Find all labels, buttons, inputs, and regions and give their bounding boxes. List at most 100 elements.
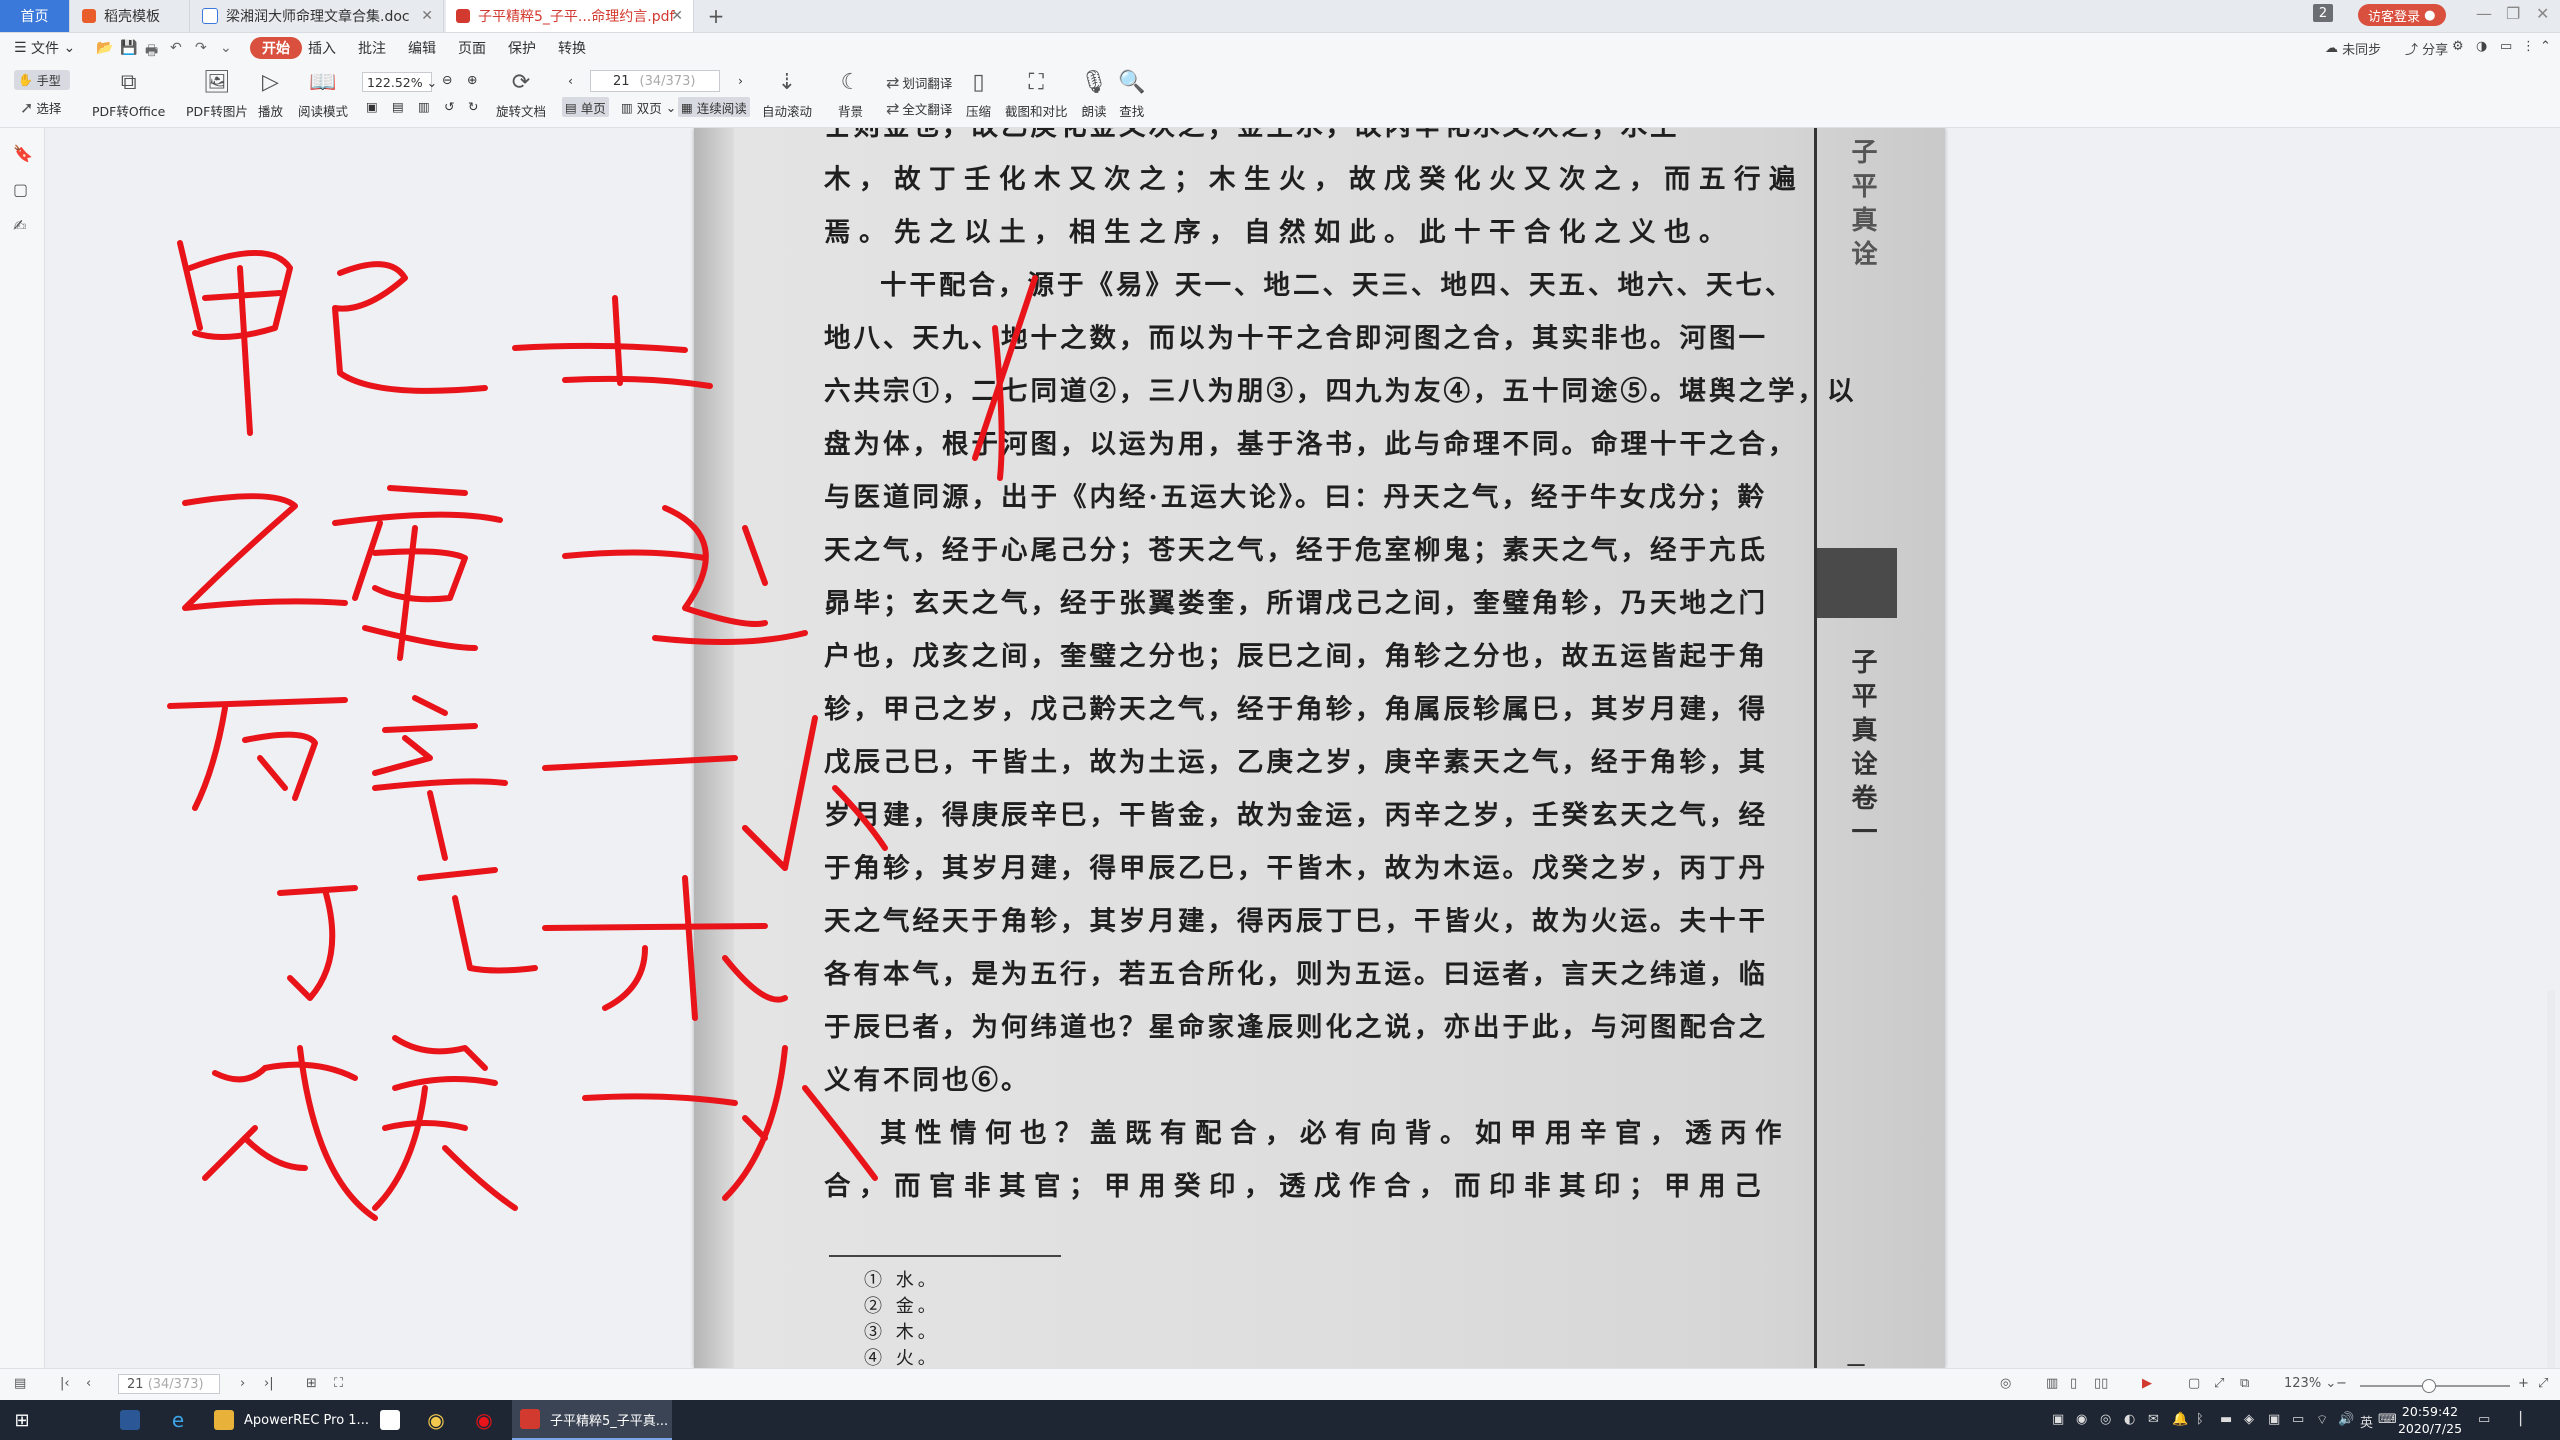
sync-status[interactable]: ☁ 未同步 xyxy=(2325,39,2381,58)
save-icon[interactable]: 💾 xyxy=(120,40,137,56)
screenshot-compare-button[interactable]: ⛶ 截图和对比 xyxy=(1005,71,1068,120)
add-page-icon[interactable]: ⊞ xyxy=(306,1376,317,1391)
status-page-input[interactable]: 21 (34/373) xyxy=(118,1374,220,1394)
windows-start-icon[interactable]: ⊞ xyxy=(0,1400,44,1440)
tray-app-icon[interactable]: ◐ xyxy=(2124,1412,2135,1427)
status-zoom-select[interactable]: 123% ⌄ xyxy=(2284,1376,2336,1391)
hand-tool-button[interactable]: ✋ 手型 xyxy=(14,70,70,90)
zoom-in-icon[interactable]: + xyxy=(2518,1376,2529,1391)
continuous-read-button[interactable]: ▦ 连续阅读 xyxy=(678,97,750,117)
tab-doc[interactable]: 梁湘润大师命理文章合集.doc ✕ xyxy=(192,0,444,32)
print-icon[interactable]: 🖶 xyxy=(145,40,158,64)
fit-width-icon[interactable]: ⤢ xyxy=(2214,1376,2224,1391)
maximize-icon[interactable]: ❐ xyxy=(2506,4,2520,23)
single-view-icon[interactable]: ▥ xyxy=(2046,1376,2058,1391)
show-desktop-icon[interactable]: ▏ xyxy=(2520,1412,2530,1427)
volume-icon[interactable]: 🔊 xyxy=(2338,1412,2354,1427)
find-button[interactable]: 🔍 查找 xyxy=(1118,71,1145,120)
single-page-button[interactable]: ▤ 单页 xyxy=(562,97,609,117)
tray-app-icon[interactable]: ◈ xyxy=(2244,1412,2254,1427)
taskbar-clock[interactable]: 20:59:42 2020/7/25 xyxy=(2390,1403,2470,1437)
pdf-to-office-button[interactable]: ⧉ PDF转Office xyxy=(92,71,165,120)
book-view-icon[interactable]: ▯▯ xyxy=(2094,1376,2108,1391)
notification-icon[interactable]: 🔔 xyxy=(2172,1412,2188,1427)
tab-pdf-active[interactable]: 子平精粹5_子平...命理约言.pdf ✕ xyxy=(446,0,694,32)
play-icon[interactable]: ▶ xyxy=(2142,1376,2152,1391)
file-menu[interactable]: ☰ 文件 ⌄ xyxy=(14,37,75,59)
more-icon[interactable]: ⋮ xyxy=(2522,39,2535,54)
menu-page[interactable]: 页面 xyxy=(458,37,486,59)
tray-app-icon[interactable]: ▣ xyxy=(2268,1412,2280,1427)
word-translate-button[interactable]: ⇄ 划词翻译 xyxy=(886,73,952,92)
network-icon[interactable]: ▭ xyxy=(2292,1412,2304,1427)
rotate-left-icon[interactable]: ↺ xyxy=(444,99,454,114)
skin-icon[interactable]: ◑ xyxy=(2476,39,2487,54)
menu-insert[interactable]: 插入 xyxy=(308,37,336,59)
pdf-to-image-button[interactable]: 🖼 PDF转图片 xyxy=(186,71,248,120)
next-page-icon[interactable]: › xyxy=(738,73,743,88)
close-icon[interactable]: ✕ xyxy=(421,8,433,24)
undo-icon[interactable]: ↶ xyxy=(170,40,182,56)
fit-icon[interactable]: ⛶ xyxy=(334,1376,343,1391)
fit-width-icon[interactable]: ▥ xyxy=(418,99,430,114)
read-mode-button[interactable]: 📖 阅读模式 xyxy=(298,71,348,120)
new-tab-button[interactable]: + xyxy=(700,0,732,32)
menu-start[interactable]: 开始 xyxy=(250,37,302,59)
minimize-icon[interactable]: — xyxy=(2476,4,2492,23)
background-button[interactable]: ☾ 背景 xyxy=(838,71,863,120)
first-page-icon[interactable]: |‹ xyxy=(60,1376,70,1391)
tab-templates[interactable]: 稻壳模板 xyxy=(72,0,190,32)
auto-scroll-button[interactable]: ⇣ 自动滚动 xyxy=(762,71,812,120)
chevron-down-icon[interactable]: ⌄ xyxy=(220,40,232,56)
menu-protect[interactable]: 保护 xyxy=(508,37,536,59)
fit-page-icon[interactable]: ▢ xyxy=(2188,1376,2200,1391)
collapse-icon[interactable]: ⌃ xyxy=(2540,39,2551,54)
last-page-icon[interactable]: ›| xyxy=(264,1376,274,1391)
action-center-icon[interactable]: ▭ xyxy=(2478,1412,2490,1427)
rotate-document-button[interactable]: ⟳ 旋转文档 xyxy=(496,71,546,120)
navigation-panel-icon[interactable]: ▤ xyxy=(14,1376,26,1391)
comment-icon[interactable]: ▭ xyxy=(2500,39,2512,54)
ime-icon[interactable]: 英 xyxy=(2360,1412,2373,1431)
wifi-icon[interactable]: ⌔ xyxy=(2316,1412,2328,1428)
tab-home[interactable]: 首页 xyxy=(0,0,70,32)
document-canvas[interactable]: 子平真诠 子平真诠卷一 二 壬则金也，故乙庚化金又次之；金生水，故丙辛化水又次之… xyxy=(45,128,2555,1368)
edge-icon[interactable]: e xyxy=(160,1400,196,1440)
compress-button[interactable]: ▯ 压缩 xyxy=(966,71,991,120)
window-count-badge[interactable]: 2 xyxy=(2313,4,2333,22)
next-page-icon[interactable]: › xyxy=(240,1376,245,1391)
tray-app-icon[interactable]: ◉ xyxy=(2076,1412,2087,1427)
fullscreen-icon[interactable]: ⧉ xyxy=(2240,1376,2249,1391)
double-page-button[interactable]: ▥ 双页 ⌄ xyxy=(618,97,679,117)
bluetooth-icon[interactable]: ᛒ xyxy=(2196,1412,2204,1427)
zoom-out-icon[interactable]: − xyxy=(2336,1376,2347,1391)
prev-page-icon[interactable]: ‹ xyxy=(568,73,573,88)
fit-page-icon[interactable]: ▤ xyxy=(392,99,404,114)
tray-app-icon[interactable]: ▣ xyxy=(2052,1412,2064,1427)
page-view-icon[interactable]: ▯ xyxy=(2070,1376,2077,1391)
menu-edit[interactable]: 编辑 xyxy=(408,37,436,59)
bookmark-icon[interactable]: 🔖 xyxy=(13,144,33,163)
menu-convert[interactable]: 转换 xyxy=(558,37,586,59)
rotate-right-icon[interactable]: ↻ xyxy=(468,99,478,114)
store-icon[interactable] xyxy=(372,1400,408,1440)
zoom-select[interactable]: 122.52% ⌄ xyxy=(362,72,437,92)
open-icon[interactable]: 📂 xyxy=(96,40,113,56)
page-number-input[interactable]: 21 (34/373) xyxy=(590,70,720,92)
eye-protection-icon[interactable]: ◎ xyxy=(2000,1376,2011,1391)
redo-icon[interactable]: ↷ xyxy=(195,40,207,56)
expand-icon[interactable]: ⤢ xyxy=(2538,1376,2548,1391)
tray-app-icon[interactable]: ◎ xyxy=(2100,1412,2111,1427)
thumbnail-icon[interactable]: ▢ xyxy=(13,180,28,199)
word-app-icon[interactable] xyxy=(112,1400,148,1440)
full-translate-button[interactable]: ⇄ 全文翻译 xyxy=(886,99,952,118)
prev-page-icon[interactable]: ‹ xyxy=(86,1376,91,1391)
read-aloud-button[interactable]: 🎙 朗读 xyxy=(1080,71,1108,120)
wechat-icon[interactable]: ✉ xyxy=(2148,1412,2159,1427)
menu-annotate[interactable]: 批注 xyxy=(358,37,386,59)
login-button[interactable]: 访客登录 ● xyxy=(2358,4,2446,26)
signature-icon[interactable]: ✍ xyxy=(13,216,26,235)
close-icon[interactable]: ✕ xyxy=(671,8,683,24)
settings-icon[interactable]: ⚙ xyxy=(2452,39,2464,54)
share-button[interactable]: ⤴ 分享 xyxy=(2405,39,2448,58)
